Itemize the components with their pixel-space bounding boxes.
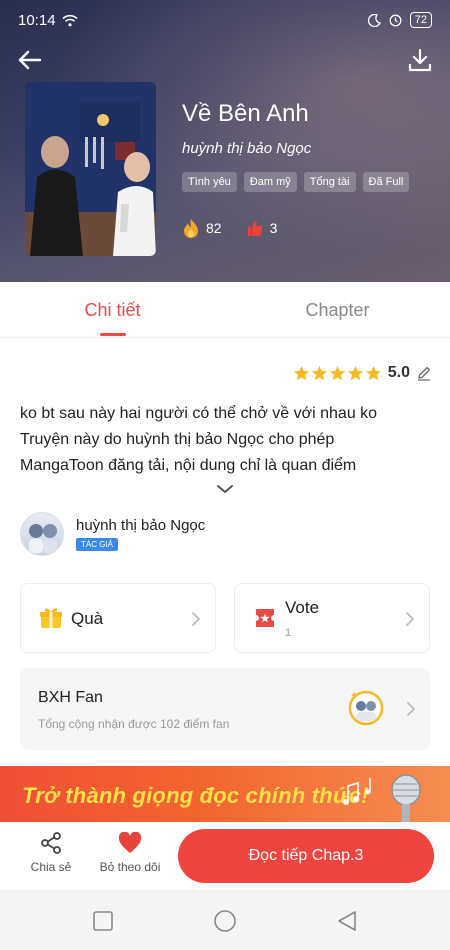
vote-count: 1 [285, 627, 292, 639]
description-line: ko bt sau này hai người có thể chở về vớ… [20, 405, 378, 422]
avatar-illustration [29, 524, 57, 553]
vote-label: Vote [285, 598, 320, 617]
book-author[interactable]: huỳnh thị bảo Ngọc [182, 140, 311, 157]
genre-tag[interactable]: Đã Full [362, 172, 410, 192]
genre-tag[interactable]: Tổng tài [303, 172, 356, 192]
system-nav-bar [0, 890, 450, 950]
heart-icon [118, 832, 142, 853]
music-notes-icon [343, 778, 371, 805]
fan-ranking-card[interactable]: BXH Fan Tổng cộng nhận được 102 điểm fan [20, 668, 430, 750]
banner-text: Trở thành giọng đọc chính thức! [22, 783, 369, 808]
gift-card[interactable]: Quà [20, 583, 216, 653]
detail-tabs: Chi tiết Chapter [0, 282, 450, 338]
like-count: 3 [269, 220, 278, 236]
cover-illustration [25, 82, 156, 256]
chevron-right-icon [406, 612, 414, 626]
alarm-icon [389, 14, 402, 26]
star-icon [347, 365, 363, 380]
fire-icon [184, 219, 198, 238]
book-header: 10:14 72 Về Bên Anh huỳnh thị bảo Ngọc T… [0, 0, 450, 282]
author-avatar[interactable] [20, 512, 64, 556]
unfollow-button[interactable]: Bỏ theo dõi [96, 832, 164, 874]
vote-ticket-icon [256, 609, 274, 627]
fan-ranking-title: BXH Fan [38, 689, 103, 706]
tab-details[interactable]: Chi tiết [0, 282, 225, 337]
expand-chevron-icon[interactable] [215, 482, 235, 496]
chevron-right-icon [192, 612, 200, 626]
download-icon[interactable] [406, 46, 434, 74]
author-name: huỳnh thị bảo Ngọc [76, 516, 206, 534]
rating-value: 5.0 [387, 364, 410, 381]
unfollow-label: Bỏ theo dõi [99, 860, 161, 874]
star-icon [311, 365, 327, 380]
star-icon [293, 365, 309, 380]
fire-stat: 82 [182, 218, 222, 238]
gift-label: Quà [71, 609, 104, 628]
genre-tag[interactable]: Tình yêu [182, 172, 237, 192]
edit-pencil-icon[interactable] [416, 365, 432, 381]
share-icon [41, 832, 61, 854]
author-row[interactable]: huỳnh thị bảo Ngọc TÁC GIẢ [20, 512, 205, 556]
thumbs-up-icon [247, 221, 262, 236]
star-icon [329, 365, 345, 380]
book-cover-image[interactable] [25, 82, 156, 256]
continue-reading-button[interactable]: Đọc tiếp Chap.3 [178, 829, 434, 883]
top-fan-avatar [348, 690, 384, 726]
wifi-icon [61, 14, 78, 26]
description-line: Truyện này do huỳnh thị bảo Ngọc cho phé… [20, 431, 335, 448]
home-icon[interactable] [213, 909, 237, 933]
microphone-icon [391, 774, 421, 826]
like-stat: 3 [246, 218, 278, 238]
back-arrow-icon[interactable] [16, 46, 44, 74]
tab-chapter[interactable]: Chapter [225, 282, 450, 337]
book-description: ko bt sau này hai người có thể chở về vớ… [20, 401, 430, 479]
fire-count: 82 [206, 220, 222, 236]
recent-apps-icon[interactable] [91, 909, 115, 933]
rating-row: 5.0 [293, 364, 432, 382]
rating-stars [293, 365, 382, 382]
gift-icon [40, 608, 62, 628]
genre-tags: Tình yêu Đam mỹ Tổng tài Đã Full [182, 172, 410, 192]
genre-tag[interactable]: Đam mỹ [243, 172, 297, 192]
bottom-action-bar: Chia sẻ Bỏ theo dõi Đọc tiếp Chap.3 [0, 822, 450, 890]
share-button[interactable]: Chia sẻ [28, 832, 74, 874]
book-title: Về Bên Anh [182, 100, 309, 127]
fan-ranking-subtitle: Tổng cộng nhận được 102 điểm fan [38, 717, 230, 731]
voice-reader-banner[interactable]: Trở thành giọng đọc chính thức! [0, 766, 450, 826]
vote-card[interactable]: Vote 1 [234, 583, 430, 653]
share-label: Chia sẻ [30, 860, 72, 874]
moon-icon [367, 13, 381, 27]
star-icon [365, 365, 381, 380]
battery-indicator: 72 [409, 12, 432, 28]
back-triangle-icon[interactable] [335, 909, 359, 933]
description-line: MangaToon đăng tải, nội dung chỉ là quan… [20, 457, 357, 474]
chevron-right-icon [407, 702, 415, 716]
status-bar: 10:14 72 [0, 0, 450, 40]
status-time: 10:14 [18, 11, 56, 29]
author-badge: TÁC GIẢ [76, 537, 119, 551]
book-stats: 82 3 [182, 218, 277, 238]
